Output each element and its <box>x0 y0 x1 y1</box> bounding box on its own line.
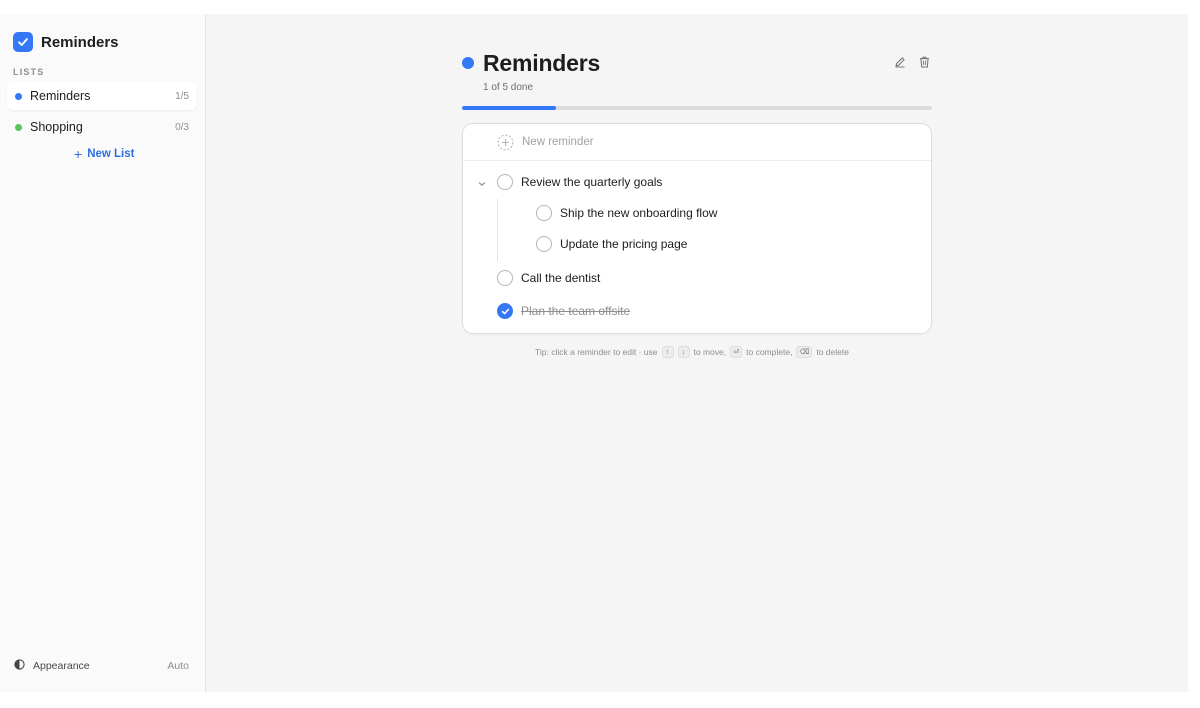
app-window: Reminders LISTS Reminders 1/5 Shopping 0… <box>0 14 1188 692</box>
trash-icon <box>919 56 929 68</box>
appearance-value: Auto <box>167 660 189 672</box>
complete-toggle[interactable] <box>536 236 552 252</box>
appearance-label: Appearance <box>33 660 90 672</box>
list-color-dot <box>462 57 474 69</box>
list-count: 0/3 <box>175 121 189 133</box>
plus-icon: + <box>74 146 83 162</box>
appearance-setting[interactable]: Appearance Auto <box>14 658 189 674</box>
new-reminder-placeholder: New reminder <box>522 136 594 148</box>
subtask-row[interactable]: Ship the new onboarding flow <box>536 202 717 224</box>
list-color-dot <box>15 92 22 100</box>
app-header: Reminders <box>13 32 119 52</box>
completed-toggle[interactable] <box>497 303 513 319</box>
complete-toggle[interactable] <box>536 205 552 221</box>
header-tools <box>893 54 931 70</box>
new-list-label: New List <box>87 148 135 160</box>
reminder-text[interactable]: Call the dentist <box>521 271 600 285</box>
tip-delete: to delete <box>816 347 849 357</box>
progress-bar <box>462 106 932 110</box>
pencil-icon <box>895 57 905 68</box>
key-enter: ⏎ <box>730 346 743 358</box>
list-count: 1/5 <box>175 90 189 102</box>
key-delete: ⌫ <box>796 346 813 358</box>
key-down: ↓ <box>677 346 690 358</box>
collapse-chevron-icon[interactable] <box>477 176 487 187</box>
subtask-row[interactable]: Update the pricing page <box>536 233 687 255</box>
checkmark-icon <box>501 308 509 314</box>
reminders-card: New reminder Review the quarterly goals … <box>462 123 932 334</box>
reminder-text[interactable]: Update the pricing page <box>560 237 687 251</box>
half-circle-icon <box>14 659 25 673</box>
keyboard-tip: Tip: click a reminder to edit · use ↑ ↓ … <box>533 346 851 358</box>
reminder-text[interactable]: Review the quarterly goals <box>521 175 662 189</box>
progress-fill <box>462 106 556 110</box>
app-title: Reminders <box>41 33 119 51</box>
list-collection: Reminders 1/5 Shopping 0/3 <box>7 82 197 144</box>
list-name: Shopping <box>30 120 83 134</box>
complete-toggle[interactable] <box>497 270 513 286</box>
delete-list-button[interactable] <box>917 54 931 70</box>
reminder-text[interactable]: Plan the team offsite <box>521 304 630 318</box>
tip-complete: to complete, <box>746 347 793 357</box>
subtask-guide-line <box>497 199 498 261</box>
complete-toggle[interactable] <box>497 174 513 190</box>
reminder-row[interactable]: Review the quarterly goals <box>497 171 662 193</box>
list-name: Reminders <box>30 89 91 103</box>
list-color-dot <box>15 123 22 131</box>
add-circle-icon <box>497 134 514 151</box>
reminder-text[interactable]: Ship the new onboarding flow <box>560 206 717 220</box>
sidebar-item-reminders[interactable]: Reminders 1/5 <box>7 82 197 110</box>
tip-move: to move, <box>693 347 727 357</box>
tip-prefix: Tip: click a reminder to edit · use <box>535 347 658 357</box>
key-up: ↑ <box>661 346 674 358</box>
new-list-button[interactable]: + New List <box>74 147 134 161</box>
new-reminder-input[interactable]: New reminder <box>463 124 931 161</box>
rename-list-button[interactable] <box>893 54 907 70</box>
lists-section-label: LISTS <box>13 67 45 77</box>
progress-text: 1 of 5 done <box>483 82 534 93</box>
reminder-row[interactable]: Call the dentist <box>497 267 600 289</box>
sidebar: Reminders LISTS Reminders 1/5 Shopping 0… <box>0 14 206 692</box>
reminder-row-completed[interactable]: Plan the team offsite <box>497 300 630 322</box>
main-content: Reminders 1 of 5 done New reminder Revie… <box>206 14 1188 692</box>
sidebar-item-shopping[interactable]: Shopping 0/3 <box>7 113 197 141</box>
checkmark-app-icon <box>13 32 33 52</box>
page-title: Reminders <box>483 50 601 76</box>
